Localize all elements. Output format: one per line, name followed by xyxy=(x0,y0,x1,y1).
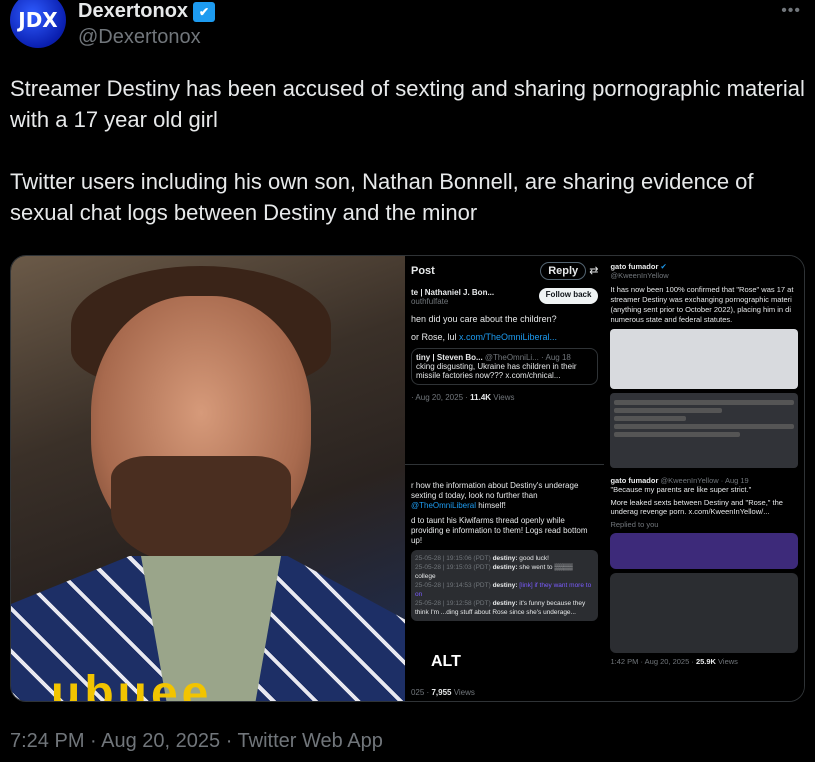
post2-text2: d to taunt his Kiwifarms thread openly w… xyxy=(410,516,588,546)
log-line: 25-05-28 | 19:12:58 (PDT) destiny: it's … xyxy=(415,599,594,617)
log-line: 25-05-28 | 19:15:06 (PDT) destiny: good … xyxy=(415,554,594,563)
log-user: destiny: xyxy=(492,600,518,608)
author-handle[interactable]: @Dexertonox xyxy=(78,26,201,49)
log-ts: 25-05-28 | 19:12:58 (PDT) xyxy=(414,600,491,608)
post3-author: gato fumador xyxy=(610,262,659,271)
avatar[interactable]: JDX xyxy=(10,0,66,48)
post3-handle: @KweenInYellow xyxy=(610,271,669,280)
post1-follow-button: Follow back xyxy=(538,288,599,304)
post2-views: 7,955 xyxy=(431,688,452,697)
log-line: 25-05-28 | 19:14:53 (PDT) destiny: [link… xyxy=(415,581,594,599)
post1-views-label: Views xyxy=(491,393,515,402)
post1-link: x.com/TheOmniLiberal... xyxy=(459,332,558,342)
author-name-text: Dexertonox xyxy=(78,0,189,22)
avatar-logo: JDX xyxy=(18,8,58,32)
media-photo-portrait[interactable]: ubuee xyxy=(11,256,405,701)
post4-author: gato fumador xyxy=(610,476,659,485)
post4-text2: More leaked sexts between Destiny and "R… xyxy=(610,498,783,516)
post1-title: Post xyxy=(410,265,435,277)
media-screenshot-right[interactable]: gato fumador ✔ @KweenInYellow It has now… xyxy=(604,256,804,701)
embedded-document-image xyxy=(610,329,798,389)
post1-author: te | Nathaniel J. Bon... xyxy=(410,288,495,297)
verified-icon: ✔ xyxy=(660,262,667,271)
more-options-icon[interactable]: ••• xyxy=(781,2,801,20)
log-ts: 25-05-28 | 19:14:53 (PDT) xyxy=(414,582,491,590)
post4-handle: @KweenInYellow · Aug 19 xyxy=(660,476,749,485)
post1-reply-button: Reply xyxy=(540,262,587,280)
quote-handle: @TheOmniLi... · Aug 18 xyxy=(484,353,571,362)
tweet-paragraph: Twitter users including his own son, Nat… xyxy=(10,169,754,225)
chat-bubble-redacted xyxy=(610,533,798,569)
post4-views: 25.9K xyxy=(695,657,716,666)
post4-text1: "Because my parents are like super stric… xyxy=(610,485,752,494)
post1-text2: or Rose, lul xyxy=(410,332,460,342)
chat-bubble-redacted xyxy=(610,573,798,653)
alt-text-badge[interactable]: ALT xyxy=(425,650,467,674)
post1-views: 11.4K xyxy=(470,393,492,402)
log-ts: 25-05-28 | 19:15:06 (PDT) xyxy=(414,555,491,563)
tweet-timestamp[interactable]: 7:24 PM · Aug 20, 2025 · Twitter Web App xyxy=(10,730,383,753)
post2-meta-row: 025 · 7,955 Views xyxy=(410,688,479,697)
photo-caption: ubuee xyxy=(51,667,213,701)
post1-quote: tiny | Steven Bo... @TheOmniLi... · Aug … xyxy=(410,348,599,385)
quote-author: tiny | Steven Bo... xyxy=(415,353,483,362)
post4-views-label: Views xyxy=(715,657,738,666)
photo-beard xyxy=(111,456,291,566)
post3-text: It has now been 100% confirmed that "Ros… xyxy=(610,285,794,324)
post2-mention: @TheOmniLiberal xyxy=(410,501,477,511)
media-column-middle: Post Reply ⇄ te | Nathaniel J. Bon... out… xyxy=(404,256,605,701)
post1-handle: outhfulfate xyxy=(410,297,449,306)
tweet-paragraph: Streamer Destiny has been accused of sex… xyxy=(10,76,805,132)
chat-log: 25-05-28 | 19:15:06 (PDT) destiny: good … xyxy=(410,550,599,622)
post1-text1: hen did you care about the children? xyxy=(410,314,557,324)
media-grid: ubuee Post Reply ⇄ te | Nathaniel J. Bon… xyxy=(10,255,805,702)
post2-views-label: Views xyxy=(451,688,475,697)
post2-text1: r how the information about Destiny's un… xyxy=(410,481,579,501)
log-user: destiny: xyxy=(492,582,518,590)
log-line: 25-05-28 | 19:15:03 (PDT) destiny: she w… xyxy=(415,563,594,581)
log-user: destiny: xyxy=(492,555,518,563)
author-name[interactable]: Dexertonox ✔ xyxy=(78,0,216,23)
log-ts: 25-05-28 | 19:15:03 (PDT) xyxy=(414,564,491,572)
tweet-text: Streamer Destiny has been accused of sex… xyxy=(10,73,810,259)
post1-meta: · Aug 20, 2025 · xyxy=(410,393,471,402)
post4-meta: 1:42 PM · Aug 20, 2025 · xyxy=(610,657,696,666)
post4-replied: Replied to you xyxy=(610,520,659,529)
post2-meta: 025 · xyxy=(410,688,432,697)
log-msg: good luck! xyxy=(519,555,549,563)
quote-text: cking disgusting, Ukraine has children i… xyxy=(415,362,577,380)
embedded-chat-image xyxy=(610,393,798,468)
verified-icon: ✔ xyxy=(193,1,216,22)
post2-text1b: himself! xyxy=(476,501,506,511)
media-screenshot-post1[interactable]: Post Reply ⇄ te | Nathaniel J. Bon... out… xyxy=(404,256,605,466)
filter-icon: ⇄ xyxy=(589,265,599,277)
log-user: destiny: xyxy=(492,564,518,572)
